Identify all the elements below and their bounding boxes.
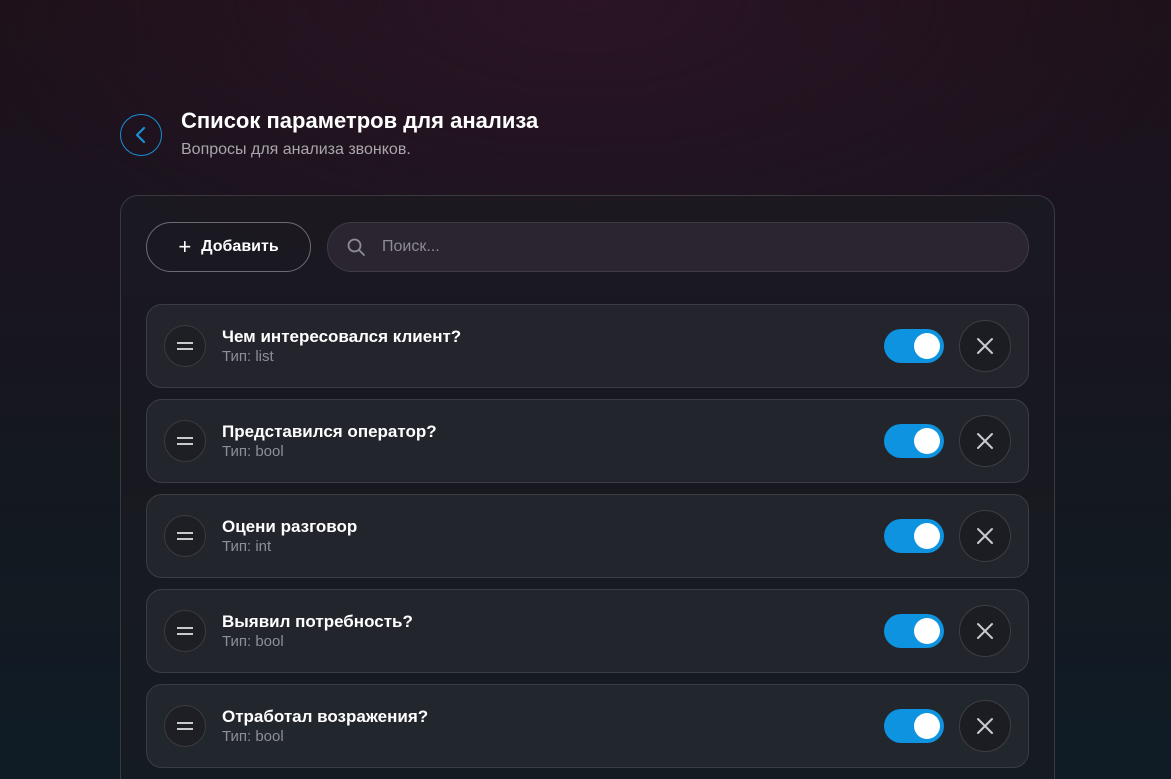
toggle-knob xyxy=(914,333,940,359)
item-text: Отработал возражения? Тип: bool xyxy=(222,707,884,746)
header-titles: Список параметров для анализа Вопросы дл… xyxy=(181,108,538,160)
list-item: Отработал возражения? Тип: bool xyxy=(146,684,1029,768)
parameters-panel: + Добавить Чем интересовался клиент? Тип… xyxy=(120,195,1055,779)
list-item: Выявил потребность? Тип: bool xyxy=(146,589,1029,673)
toggle-knob xyxy=(914,713,940,739)
toggle-knob xyxy=(914,523,940,549)
item-text: Оцени разговор Тип: int xyxy=(222,517,884,556)
item-text: Чем интересовался клиент? Тип: list xyxy=(222,327,884,366)
drag-handle-icon[interactable] xyxy=(164,325,206,367)
remove-button[interactable] xyxy=(959,320,1011,372)
toggle-knob xyxy=(914,618,940,644)
close-icon xyxy=(977,433,993,449)
enabled-toggle[interactable] xyxy=(884,709,944,743)
toolbar: + Добавить xyxy=(146,222,1029,272)
search-input[interactable] xyxy=(380,237,1028,257)
item-type: Тип: bool xyxy=(222,442,284,460)
page-header: Список параметров для анализа Вопросы дл… xyxy=(120,108,538,160)
remove-button[interactable] xyxy=(959,700,1011,752)
list-item: Представился оператор? Тип: bool xyxy=(146,399,1029,483)
item-title: Оцени разговор xyxy=(222,516,358,536)
remove-button[interactable] xyxy=(959,415,1011,467)
item-type: Тип: bool xyxy=(222,632,284,650)
enabled-toggle[interactable] xyxy=(884,424,944,458)
enabled-toggle[interactable] xyxy=(884,614,944,648)
remove-button[interactable] xyxy=(959,510,1011,562)
drag-handle-icon[interactable] xyxy=(164,610,206,652)
chevron-left-icon xyxy=(135,126,146,144)
list-item: Оцени разговор Тип: int xyxy=(146,494,1029,578)
search-box xyxy=(327,222,1029,272)
close-icon xyxy=(977,718,993,734)
page-subtitle: Вопросы для анализа звонков. xyxy=(181,141,411,158)
parameters-list: Чем интересовался клиент? Тип: list Пред… xyxy=(146,304,1029,779)
item-text: Представился оператор? Тип: bool xyxy=(222,422,884,461)
item-text: Выявил потребность? Тип: bool xyxy=(222,612,884,651)
item-title: Чем интересовался клиент? xyxy=(222,326,462,346)
add-button[interactable]: + Добавить xyxy=(146,222,311,272)
plus-icon: + xyxy=(178,234,192,259)
add-button-label: Добавить xyxy=(201,238,279,255)
item-type: Тип: int xyxy=(222,537,272,555)
drag-handle-icon[interactable] xyxy=(164,705,206,747)
item-title: Представился оператор? xyxy=(222,421,437,441)
drag-handle-icon[interactable] xyxy=(164,515,206,557)
item-type: Тип: bool xyxy=(222,727,284,745)
item-title: Отработал возражения? xyxy=(222,706,429,726)
back-button[interactable] xyxy=(120,114,162,156)
close-icon xyxy=(977,338,993,354)
enabled-toggle[interactable] xyxy=(884,329,944,363)
remove-button[interactable] xyxy=(959,605,1011,657)
item-type: Тип: list xyxy=(222,347,274,365)
toggle-knob xyxy=(914,428,940,454)
close-icon xyxy=(977,623,993,639)
drag-handle-icon[interactable] xyxy=(164,420,206,462)
page-title: Список параметров для анализа xyxy=(181,108,539,133)
enabled-toggle[interactable] xyxy=(884,519,944,553)
close-icon xyxy=(977,528,993,544)
item-title: Выявил потребность? xyxy=(222,611,413,631)
search-icon xyxy=(347,238,365,256)
list-item: Чем интересовался клиент? Тип: list xyxy=(146,304,1029,388)
